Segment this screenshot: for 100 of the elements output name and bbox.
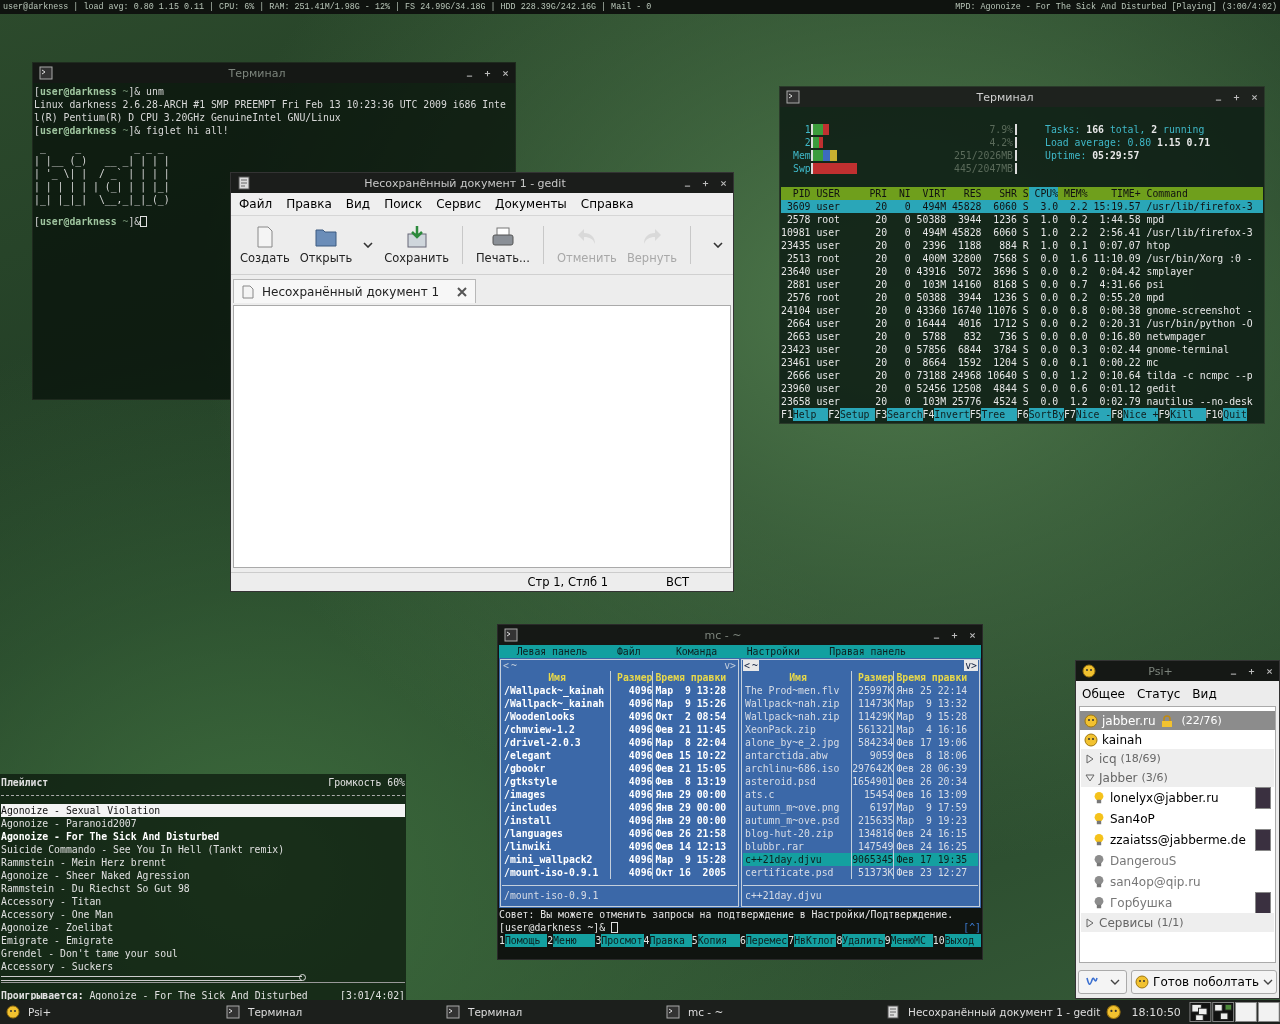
panel-history-text[interactable]: < — [502, 660, 510, 671]
file-row[interactable]: /includes 4096 Янв 29 00:00 — [502, 801, 737, 814]
file-row[interactable]: autumn_m~ove.psd 215635 Мар 9 19:23 — [743, 814, 978, 827]
menu-item[interactable]: Вид — [1192, 687, 1217, 701]
file-row[interactable]: Wallpack~nah.zip 11429K Мар 9 15:28 — [743, 710, 978, 723]
toolbar-button[interactable]: Печать... — [472, 223, 533, 267]
file-row[interactable]: /gtkstyle 4096 Фев 8 13:19 — [502, 775, 737, 788]
song-row[interactable]: Agonoize - Zoelibat — [1, 921, 405, 934]
document-tab[interactable]: Несохранённый документ 1 — [233, 279, 477, 303]
song-row[interactable]: Grendel - Don't tame your soul — [1, 947, 405, 960]
close-icon[interactable] — [720, 179, 727, 187]
column-header[interactable]: MEM% — [1058, 187, 1088, 200]
maximize-icon[interactable] — [702, 179, 709, 187]
contact-row[interactable]: San4oP — [1080, 808, 1275, 829]
song-row[interactable]: Agonoize - Paranoid2007 — [1, 817, 405, 830]
close-icon[interactable] — [457, 286, 468, 297]
column-header[interactable]: Размер — [852, 671, 895, 684]
process-row[interactable]: 23423 user 20 0 57856 6844 3784 S 0.0 0.3 0:02.44 gnome-terminal — [781, 343, 1263, 356]
file-row[interactable]: The Prod~men.flv 25997K Янв 25 22:14 — [743, 684, 978, 697]
song-row[interactable]: Accessory - One Man — [1, 908, 405, 921]
file-row[interactable]: ats.c 15454 Фев 16 13:09 — [743, 788, 978, 801]
file-row[interactable]: alone_by~e_2.jpg 584234 Фев 17 19:06 — [743, 736, 978, 749]
menu-item[interactable]: Общее — [1082, 687, 1125, 701]
maximize-icon[interactable] — [1233, 93, 1240, 101]
file-row[interactable]: /install 4096 Янв 29 00:00 — [502, 814, 737, 827]
column-header[interactable]: PID — [781, 187, 811, 200]
column-header[interactable]: Время правки — [894, 671, 978, 684]
maximize-icon[interactable] — [951, 631, 958, 639]
column-header[interactable]: VIRT — [910, 187, 947, 200]
menu-item[interactable]: Документы — [495, 197, 567, 211]
column-header[interactable]: Имя — [743, 671, 853, 684]
file-row[interactable]: /drivel-2.0.3 4096 Мар 8 22:04 — [502, 736, 737, 749]
menu-item[interactable]: Файл — [239, 197, 273, 211]
process-row[interactable]: 2666 user 20 0 73188 24968 10640 S 0.0 1.2 0:10.64 tilda -c ncmpc --p — [781, 369, 1263, 382]
song-row[interactable]: Rammstein - Du Riechst So Gut 98 — [1, 882, 405, 895]
progress-track[interactable] — [1, 976, 405, 983]
file-row[interactable]: /languages 4096 Фев 26 21:58 — [502, 827, 737, 840]
panel-history-text[interactable]: < — [743, 660, 751, 671]
contact-row[interactable]: kainah — [1080, 730, 1275, 749]
song-row[interactable]: Agonoize - Sexual Violation — [1, 804, 405, 817]
file-row[interactable]: certificate.psd 51373K Фев 23 12:27 — [743, 866, 978, 879]
file-row[interactable]: c++21day.djvu 9065345 Фев 17 19:35 — [743, 853, 978, 866]
file-row[interactable]: autumn_m~ove.png 6197 Мар 9 17:59 — [743, 801, 978, 814]
expanded-triangle-icon[interactable] — [1085, 772, 1095, 783]
group-row[interactable]: icq (18/69) — [1081, 749, 1274, 768]
file-row[interactable]: /Wallpack~_kainah 4096 Мар 9 13:28 — [502, 684, 737, 697]
menu-item[interactable]: Справка — [580, 197, 634, 211]
contact-row[interactable]: Горбушка — [1080, 892, 1275, 913]
toolbar-button[interactable]: Сохранить — [381, 223, 452, 267]
column-header[interactable]: SHR — [981, 187, 1017, 200]
maximize-icon[interactable] — [1248, 667, 1255, 675]
song-row[interactable]: Rammstein - Mein Herz brennt — [1, 856, 405, 869]
process-row[interactable]: 2578 root 20 0 50388 3944 1236 S 1.0 0.2 1:44.58 mpd — [781, 213, 1263, 226]
taskbar-button[interactable]: mc - ~ — [660, 1001, 880, 1023]
file-row[interactable]: XeonPack.zip 561321 Мар 4 16:16 — [743, 723, 978, 736]
file-row[interactable]: /gbookr 4096 Фев 21 15:05 — [502, 762, 737, 775]
song-row[interactable]: Suicide Commando - See You In Hell (Tankt remix) — [1, 843, 405, 856]
contact-row[interactable]: san4op@qip.ru — [1080, 871, 1275, 892]
file-row[interactable]: /Woodenlooks 4096 Окт 2 08:54 — [502, 710, 737, 723]
menu-item[interactable]: Вид — [345, 197, 371, 211]
taskbar-button[interactable]: Терминал — [220, 1001, 440, 1023]
close-icon[interactable] — [969, 631, 976, 639]
file-row[interactable]: /images 4096 Янв 29 00:00 — [502, 788, 737, 801]
process-row[interactable]: 23435 user 20 0 2396 1188 884 R 1.0 0.1 0:07.07 htop — [781, 239, 1263, 252]
song-row[interactable]: Agonoize - Sheer Naked Agression — [1, 869, 405, 882]
column-header[interactable]: Имя — [502, 671, 612, 684]
contact-row[interactable]: zzaiatss@jabberme.de — [1080, 829, 1275, 850]
file-row[interactable]: /linwiki 4096 Фев 14 12:13 — [502, 840, 737, 853]
column-header[interactable]: RES — [946, 187, 982, 200]
scroll-marker[interactable]: [^] — [963, 921, 981, 934]
menu-item[interactable]: Файл — [616, 645, 641, 658]
process-row[interactable]: 2663 user 20 0 5788 832 736 S 0.0 0.0 0:16.80 netwmpager — [781, 330, 1263, 343]
close-icon[interactable] — [1251, 93, 1258, 101]
process-row[interactable]: 23461 user 20 0 8664 1592 1204 S 0.0 0.1 0:00.22 mc — [781, 356, 1263, 369]
command-prompt[interactable]: [user@darkness ~]& — [499, 921, 619, 934]
menu-item[interactable]: Левая панель — [516, 645, 588, 658]
status-button[interactable]: Готов поболтать — [1131, 970, 1277, 994]
maximize-icon[interactable] — [484, 69, 491, 77]
contact-row[interactable]: lonelyx@jabber.ru — [1080, 787, 1275, 808]
menu-item[interactable]: Правка — [286, 197, 332, 211]
file-row[interactable]: /chmview-1.2 4096 Фев 21 11:45 — [502, 723, 737, 736]
menu-button[interactable] — [1078, 970, 1128, 994]
column-header[interactable]: Размер — [611, 671, 654, 684]
process-row[interactable]: 24104 user 20 0 43360 16740 11076 S 0.0 0.8 0:00.38 gnome-screenshot - — [781, 304, 1263, 317]
menu-item[interactable]: Команда — [675, 645, 718, 658]
column-header[interactable]: Время правки — [653, 671, 737, 684]
song-row[interactable]: Agonoize - For The Sick And Disturbed — [1, 830, 405, 843]
column-header[interactable]: USER — [810, 187, 864, 200]
file-row[interactable]: /elegant 4096 Фев 15 10:22 — [502, 749, 737, 762]
process-row[interactable]: 2881 user 20 0 103M 14160 8168 S 0.0 0.7 4:31.66 psi — [781, 278, 1263, 291]
column-header[interactable]: TIME+ — [1087, 187, 1141, 200]
song-row[interactable]: Emigrate - Emigrate — [1, 934, 405, 947]
process-row[interactable]: 10981 user 20 0 494M 45828 6060 S 1.0 2.2 2:56.41 /usr/lib/firefox-3 — [781, 226, 1263, 239]
column-header[interactable]: CPU% — [1028, 187, 1059, 200]
workspace-pager-drawing[interactable] — [1188, 1001, 1280, 1023]
file-row[interactable]: asteroid.psd 1654901 Фев 26 20:34 — [743, 775, 978, 788]
smiley-icon[interactable] — [1106, 1004, 1122, 1020]
group-row[interactable]: Jabber (3/6) — [1081, 768, 1274, 787]
process-row[interactable]: 2513 root 20 0 400M 32800 7568 S 0.0 1.6 11:10.09 /usr/bin/Xorg :0 - — [781, 252, 1263, 265]
toolbar-button[interactable]: Открыть — [296, 223, 356, 267]
